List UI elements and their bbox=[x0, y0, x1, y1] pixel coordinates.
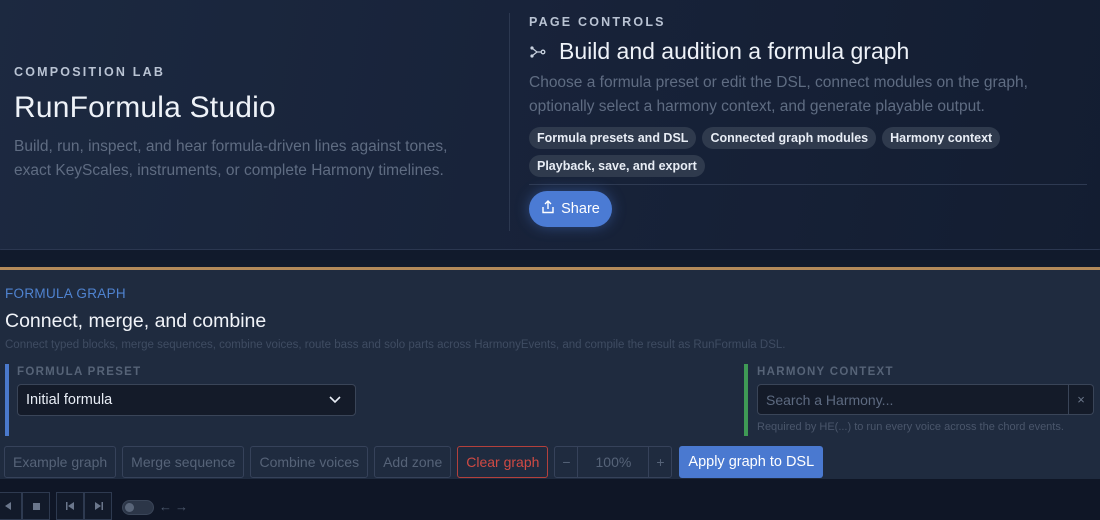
share-icon bbox=[541, 200, 555, 218]
transport-group-playback bbox=[0, 492, 50, 520]
formula-preset-value: Initial formula bbox=[26, 392, 113, 408]
clear-graph-button[interactable]: Clear graph bbox=[457, 446, 549, 478]
formula-preset-select[interactable]: Initial formula bbox=[17, 384, 356, 416]
merge-sequence-button[interactable]: Merge sequence bbox=[122, 446, 245, 478]
zoom-in-button[interactable]: + bbox=[648, 446, 673, 478]
combine-voices-button[interactable]: Combine voices bbox=[250, 446, 369, 478]
forward-arrow-icon[interactable]: → bbox=[175, 499, 188, 514]
formula-preset-label: FORMULA PRESET bbox=[17, 366, 142, 378]
formula-graph-eyebrow: FORMULA GRAPH bbox=[5, 286, 126, 301]
graph-nodes-icon bbox=[529, 41, 551, 63]
feature-chips: Formula presets and DSL Connected graph … bbox=[529, 127, 1049, 177]
skip-forward-icon[interactable] bbox=[84, 492, 112, 520]
harmony-context-field: HARMONY CONTEXT × Required by HE(...) to… bbox=[744, 364, 1094, 436]
transport-group-skip bbox=[56, 492, 112, 520]
harmony-clear-button[interactable]: × bbox=[1069, 384, 1094, 415]
page-controls-description: Choose a formula preset or edit the DSL,… bbox=[529, 74, 1028, 115]
formula-graph-panel: FORMULA GRAPH Connect, merge, and combin… bbox=[0, 267, 1100, 479]
graph-toolbar: Example graph Merge sequence Combine voi… bbox=[4, 446, 824, 478]
hero-description: Build, run, inspect, and hear formula-dr… bbox=[14, 138, 448, 179]
page-title: RunFormula Studio bbox=[14, 91, 276, 124]
share-button[interactable]: Share bbox=[529, 191, 612, 227]
chip-harmony-context: Harmony context bbox=[882, 127, 1001, 149]
back-arrow-icon[interactable]: ← bbox=[159, 499, 172, 514]
page-controls-divider bbox=[529, 184, 1087, 185]
add-zone-button[interactable]: Add zone bbox=[374, 446, 452, 478]
harmony-search-input[interactable] bbox=[757, 384, 1070, 415]
formula-graph-title: Connect, merge, and combine bbox=[5, 310, 267, 332]
play-back-icon[interactable] bbox=[0, 492, 22, 520]
hero-card: COMPOSITION LAB RunFormula Studio Build,… bbox=[0, 0, 1100, 250]
example-graph-button[interactable]: Example graph bbox=[4, 446, 117, 478]
chip-formula-presets: Formula presets and DSL bbox=[529, 127, 697, 149]
skip-back-icon[interactable] bbox=[56, 492, 84, 520]
page-controls-title: Build and audition a formula graph bbox=[559, 38, 910, 64]
page-controls-title-row: Build and audition a formula graph bbox=[529, 38, 1089, 65]
harmony-context-label: HARMONY CONTEXT bbox=[757, 366, 894, 378]
page-controls-eyebrow: PAGE CONTROLS bbox=[529, 15, 666, 29]
chip-playback: Playback, save, and export bbox=[529, 155, 705, 177]
apply-graph-button[interactable]: Apply graph to DSL bbox=[679, 446, 824, 478]
hero-intro: COMPOSITION LAB RunFormula Studio Build,… bbox=[14, 65, 484, 183]
page-controls: PAGE CONTROLS Build and audition a formu… bbox=[529, 15, 1089, 227]
formula-preset-field: FORMULA PRESET Initial formula bbox=[5, 364, 365, 436]
formula-graph-description: Connect typed blocks, merge sequences, c… bbox=[5, 339, 786, 351]
harmony-search-row: × bbox=[757, 384, 1094, 415]
stop-icon[interactable] bbox=[22, 492, 50, 520]
chevron-down-icon bbox=[329, 392, 341, 408]
chip-graph-modules: Connected graph modules bbox=[702, 127, 877, 149]
transport-bar: ← → bbox=[0, 479, 1100, 520]
hero-eyebrow: COMPOSITION LAB bbox=[14, 65, 166, 79]
loop-toggle[interactable] bbox=[122, 500, 154, 515]
zoom-control: − 100% + bbox=[554, 446, 673, 478]
zoom-out-button[interactable]: − bbox=[554, 446, 579, 478]
zoom-level: 100% bbox=[578, 446, 649, 478]
harmony-context-hint: Required by HE(...) to run every voice a… bbox=[757, 421, 1064, 433]
share-label: Share bbox=[561, 201, 600, 217]
hero-divider bbox=[509, 13, 510, 231]
